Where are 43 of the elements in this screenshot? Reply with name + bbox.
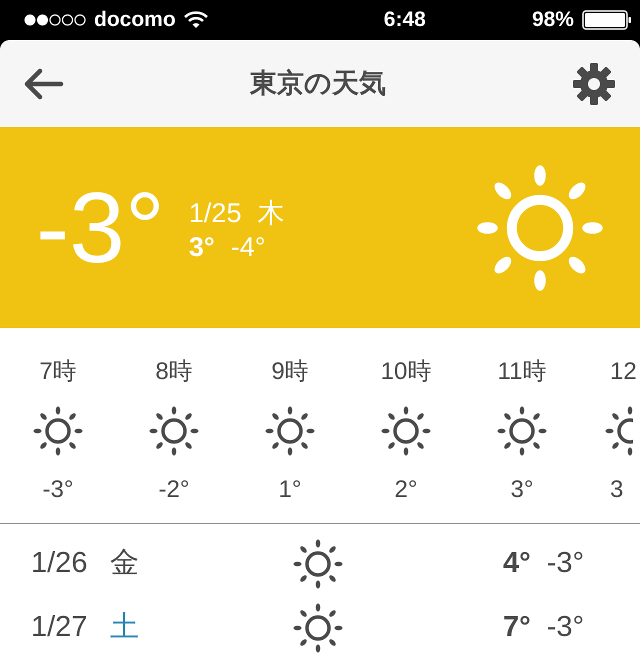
sun-icon <box>497 406 547 456</box>
forecast-weekday: 金 <box>110 546 139 582</box>
current-temperature: -3° <box>36 178 165 278</box>
hour-label: 12 <box>610 357 637 387</box>
forecast-date: 1/27 <box>31 610 88 646</box>
signal-icon <box>24 13 86 27</box>
sun-icon <box>476 164 604 292</box>
low-temperature: -3° <box>546 610 584 646</box>
hour-label: 10時 <box>380 357 432 387</box>
high-temperature: 7° <box>503 610 531 646</box>
hour-temperature: 3° <box>510 475 534 505</box>
hour-temperature: -3° <box>42 475 74 505</box>
hour-temperature: 1° <box>278 475 302 505</box>
wifi-icon <box>184 11 208 29</box>
back-arrow-icon[interactable] <box>24 68 64 100</box>
hour-label: 9時 <box>271 357 309 387</box>
sun-icon <box>293 603 343 653</box>
clock-time: 6:48 <box>384 7 426 34</box>
screen-title: 東京の天気 <box>250 67 386 100</box>
hour-label: 7時 <box>39 357 77 387</box>
carrier-name: docomo <box>94 7 176 34</box>
hour-label: 8時 <box>155 357 193 387</box>
low-temperature: -3° <box>546 546 584 582</box>
battery-icon <box>582 10 632 30</box>
hour-temperature: 2° <box>394 475 418 505</box>
hour-label: 11時 <box>498 357 546 387</box>
settings-icon[interactable] <box>572 62 616 106</box>
sun-icon <box>33 406 83 456</box>
sun-icon <box>149 406 199 456</box>
weekday-text: 木 <box>257 196 284 230</box>
date-text: 1/25 <box>188 196 242 230</box>
forecast-weekday: 土 <box>110 610 139 646</box>
forecast-date: 1/26 <box>31 546 88 582</box>
hour-temperature: -2° <box>158 475 190 505</box>
low-temperature: -4° <box>230 230 266 264</box>
battery-percent: 98% <box>532 7 574 34</box>
sun-icon <box>293 539 343 589</box>
high-temperature: 4° <box>503 546 531 582</box>
sun-icon <box>381 406 431 456</box>
hour-temperature: 3 <box>610 475 624 505</box>
high-temperature: 3° <box>188 230 215 264</box>
sun-icon <box>605 406 633 456</box>
sun-icon <box>265 406 315 456</box>
